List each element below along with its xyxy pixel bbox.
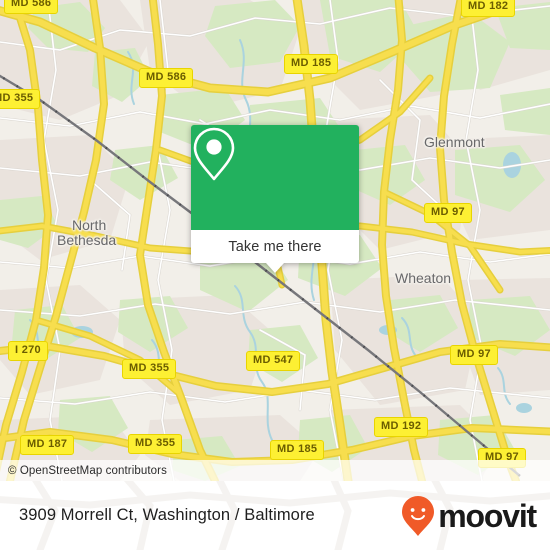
footer-bar: 3909 Morrell Ct, Washington / Baltimore … (0, 481, 550, 550)
road-shield-i-270: I 270 (8, 341, 48, 361)
road-shield-md-586: MD 586 (139, 68, 194, 88)
road-shield-md-187: MD 187 (20, 435, 75, 455)
road-shield-md-192: MD 192 (374, 417, 429, 437)
osm-attribution-text: © OpenStreetMap contributors (8, 464, 167, 477)
place-label-glenmont: Glenmont (424, 134, 485, 150)
moovit-wordmark: moovit (438, 497, 537, 534)
place-label-bethesda: Bethesda (57, 232, 117, 248)
location-popup-card[interactable]: Take me there (191, 125, 359, 273)
road-shield-md-547: MD 547 (246, 351, 301, 371)
take-me-there-button[interactable]: Take me there (191, 230, 359, 263)
take-me-there-label: Take me there (228, 238, 322, 255)
road-shield-md-185-bottom: MD 185 (270, 440, 325, 460)
road-shield-md-355-mid: MD 355 (122, 359, 177, 379)
road-shield-md-586-top: MD 586 (4, 0, 59, 14)
road-shield-md-97-upper: MD 97 (424, 203, 472, 223)
map-attribution-bar: © OpenStreetMap contributors (0, 460, 550, 481)
moovit-logo: moovit (400, 494, 537, 538)
popup-pointer-tail (266, 263, 284, 273)
map-canvas[interactable]: Glenmont North Bethesda Wheaton MD 586 M… (0, 0, 550, 481)
moovit-map-screenshot: Glenmont North Bethesda Wheaton MD 586 M… (0, 0, 550, 550)
place-label-north: North (72, 217, 107, 233)
road-shield-md-182: MD 182 (461, 0, 516, 17)
road-shield-md-97-mid: MD 97 (450, 345, 498, 365)
road-shield-md-185-top: MD 185 (284, 54, 339, 74)
road-shield-md-355-bottom: MD 355 (128, 434, 183, 454)
address-label: 3909 Morrell Ct, Washington / Baltimore (19, 506, 315, 524)
place-label-wheaton: Wheaton (395, 270, 452, 286)
location-pin-icon (193, 127, 235, 181)
moovit-smiley-pin-icon (402, 495, 435, 536)
popup-icon-area (191, 125, 359, 230)
road-shield-md-355-left: MD 355 (0, 89, 41, 109)
